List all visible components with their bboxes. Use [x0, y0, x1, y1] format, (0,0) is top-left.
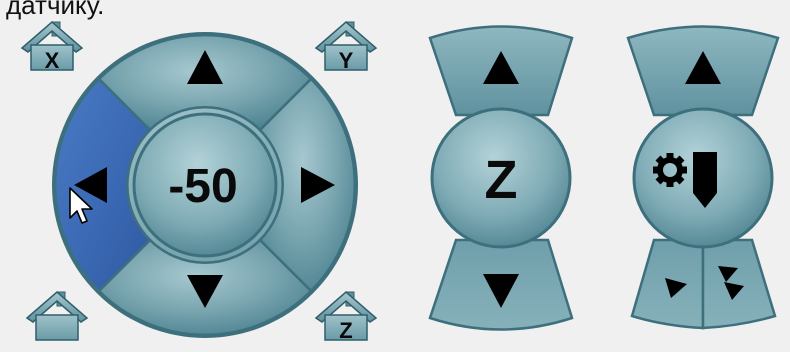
xy-jog-pad: -50	[52, 32, 358, 338]
probe-pad	[626, 25, 780, 330]
z-jog-pad: Z	[428, 25, 574, 331]
home-all-button[interactable]	[25, 291, 89, 341]
home-x-label: X	[45, 48, 60, 73]
home-y-button[interactable]: Y	[314, 21, 378, 73]
home-y-label: Y	[339, 48, 354, 73]
home-all-icon	[25, 291, 89, 341]
jog-control-panel: -50 X Y Z Z	[20, 21, 780, 343]
step-size-value: -50	[168, 160, 237, 213]
probe-down-fast-segment[interactable]	[701, 238, 777, 330]
home-z-button[interactable]: Z	[314, 291, 378, 343]
home-x-button[interactable]: X	[20, 21, 84, 73]
z-center-label: Z	[485, 150, 518, 210]
home-z-label: Z	[339, 318, 352, 343]
